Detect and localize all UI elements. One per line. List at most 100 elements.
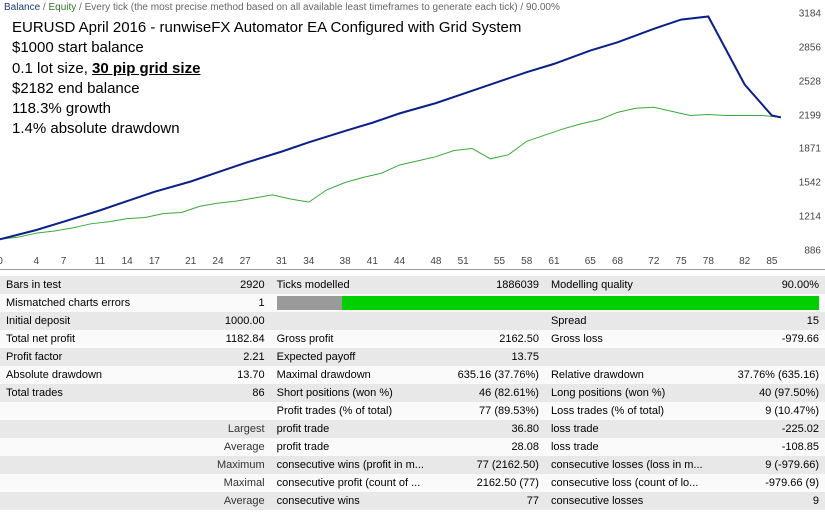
stat-value: 36.80 (452, 420, 545, 438)
stat-value: 1000.00 (140, 312, 270, 330)
x-tick: 38 (340, 256, 351, 267)
y-tick: 2856 (799, 42, 821, 53)
stat-label: Loss trades (% of total) (545, 402, 726, 420)
stats-row: Mismatched charts errors1 (0, 294, 825, 312)
stat-sublabel: Maximal (140, 474, 270, 492)
quality-bar-gray (277, 296, 342, 310)
overlay-annotation: EURUSD April 2016 - runwiseFX Automator … (12, 18, 521, 140)
stats-row: Absolute drawdown13.70Maximal drawdown63… (0, 366, 825, 384)
overlay-start-balance: $1000 start balance (12, 38, 521, 58)
stat-value: -979.66 (726, 330, 825, 348)
x-tick: 78 (703, 256, 714, 267)
x-tick: 44 (394, 256, 405, 267)
stat-value: 1182.84 (140, 330, 270, 348)
x-tick: 82 (739, 256, 750, 267)
x-tick: 27 (240, 256, 251, 267)
stat-value: 46 (82.61%) (452, 384, 545, 402)
stat-label: Long positions (won %) (545, 384, 726, 402)
stats-row: Profit trades (% of total)77 (89.53%)Los… (0, 402, 825, 420)
x-tick: 21 (185, 256, 196, 267)
stats-row: Averageconsecutive wins77consecutive los… (0, 492, 825, 510)
stat-label: consecutive loss (count of lo... (545, 474, 726, 492)
stat-value: 37.76% (635.16) (726, 366, 825, 384)
stat-label: Total trades (0, 384, 140, 402)
stat-value: 9 (726, 492, 825, 510)
stat-value: 28.08 (452, 438, 545, 456)
y-axis: 8861214154218712199252828563184 (783, 14, 825, 251)
stat-label: Maximal drawdown (271, 366, 452, 384)
overlay-end-balance: $2182 end balance (12, 79, 521, 99)
stat-value: -979.66 (9) (726, 474, 825, 492)
stat-label: Expected payoff (271, 348, 452, 366)
x-tick: 55 (494, 256, 505, 267)
x-tick: 75 (676, 256, 687, 267)
stat-value (726, 348, 825, 366)
chart-area: Balance / Equity / Every tick (the most … (0, 0, 825, 270)
tick-method-label: Every tick (the most precise method base… (85, 2, 518, 13)
stat-label (0, 402, 140, 420)
stats-row: Initial deposit1000.00Spread15 (0, 312, 825, 330)
balance-legend-label: Balance (4, 2, 40, 13)
x-tick: 4 (34, 256, 40, 267)
stat-label: Relative drawdown (545, 366, 726, 384)
x-tick: 7 (61, 256, 67, 267)
stat-value: -225.02 (726, 420, 825, 438)
stat-label (0, 456, 140, 474)
stat-label: consecutive losses (545, 492, 726, 510)
stat-label: Profit factor (0, 348, 140, 366)
stat-label: Initial deposit (0, 312, 140, 330)
stat-value: -108.85 (726, 438, 825, 456)
stats-table-el: Bars in test2920Ticks modelled1886039Mod… (0, 276, 825, 510)
modelling-quality-label: 90.00% (526, 2, 560, 13)
stat-label: loss trade (545, 438, 726, 456)
y-tick: 1214 (799, 212, 821, 223)
overlay-title: EURUSD April 2016 - runwiseFX Automator … (12, 18, 521, 38)
x-tick: 61 (548, 256, 559, 267)
quality-bar (277, 296, 819, 310)
stats-table: Bars in test2920Ticks modelled1886039Mod… (0, 276, 825, 510)
y-tick: 3184 (799, 9, 821, 20)
stat-value (140, 402, 270, 420)
stats-row: Total net profit1182.84Gross profit2162.… (0, 330, 825, 348)
stat-value: 86 (140, 384, 270, 402)
stat-value: 15 (726, 312, 825, 330)
x-tick: 51 (458, 256, 469, 267)
stat-value: 2.21 (140, 348, 270, 366)
overlay-grid-size: 30 pip grid size (92, 60, 200, 77)
stat-value: 1 (140, 294, 270, 312)
y-tick: 2199 (799, 110, 821, 121)
chart-topstrip: Balance / Equity / Every tick (the most … (0, 0, 825, 15)
equity-legend-label: Equity (48, 2, 76, 13)
stat-label: Mismatched charts errors (0, 294, 140, 312)
x-tick: 24 (212, 256, 223, 267)
y-tick: 2528 (799, 76, 821, 87)
x-axis: 0471114172124273134384144485155586165687… (0, 253, 781, 269)
stat-value: 2920 (140, 276, 270, 294)
x-tick: 31 (276, 256, 287, 267)
stat-label (0, 492, 140, 510)
x-tick: 14 (122, 256, 133, 267)
x-tick: 65 (585, 256, 596, 267)
x-tick: 11 (95, 256, 105, 267)
stats-row: Total trades86Short positions (won %)46 … (0, 384, 825, 402)
stat-value: 2162.50 (77) (452, 474, 545, 492)
stat-value (452, 312, 545, 330)
modelling-quality-bar-cell (271, 294, 825, 312)
stat-label: Total net profit (0, 330, 140, 348)
stat-value: 9 (10.47%) (726, 402, 825, 420)
y-tick: 1871 (799, 144, 821, 155)
stat-label: loss trade (545, 420, 726, 438)
stat-label (0, 474, 140, 492)
stat-label: consecutive losses (loss in m... (545, 456, 726, 474)
stat-value: 40 (97.50%) (726, 384, 825, 402)
x-tick: 48 (430, 256, 441, 267)
stat-value: 13.75 (452, 348, 545, 366)
stats-row: Averageprofit trade28.08loss trade-108.8… (0, 438, 825, 456)
overlay-drawdown: 1.4% absolute drawdown (12, 119, 521, 139)
stat-label: consecutive wins (profit in m... (271, 456, 452, 474)
stat-label: Absolute drawdown (0, 366, 140, 384)
overlay-growth: 118.3% growth (12, 99, 521, 119)
stat-label: Profit trades (% of total) (271, 402, 452, 420)
quality-bar-green (342, 296, 819, 310)
stat-value: 77 (452, 492, 545, 510)
